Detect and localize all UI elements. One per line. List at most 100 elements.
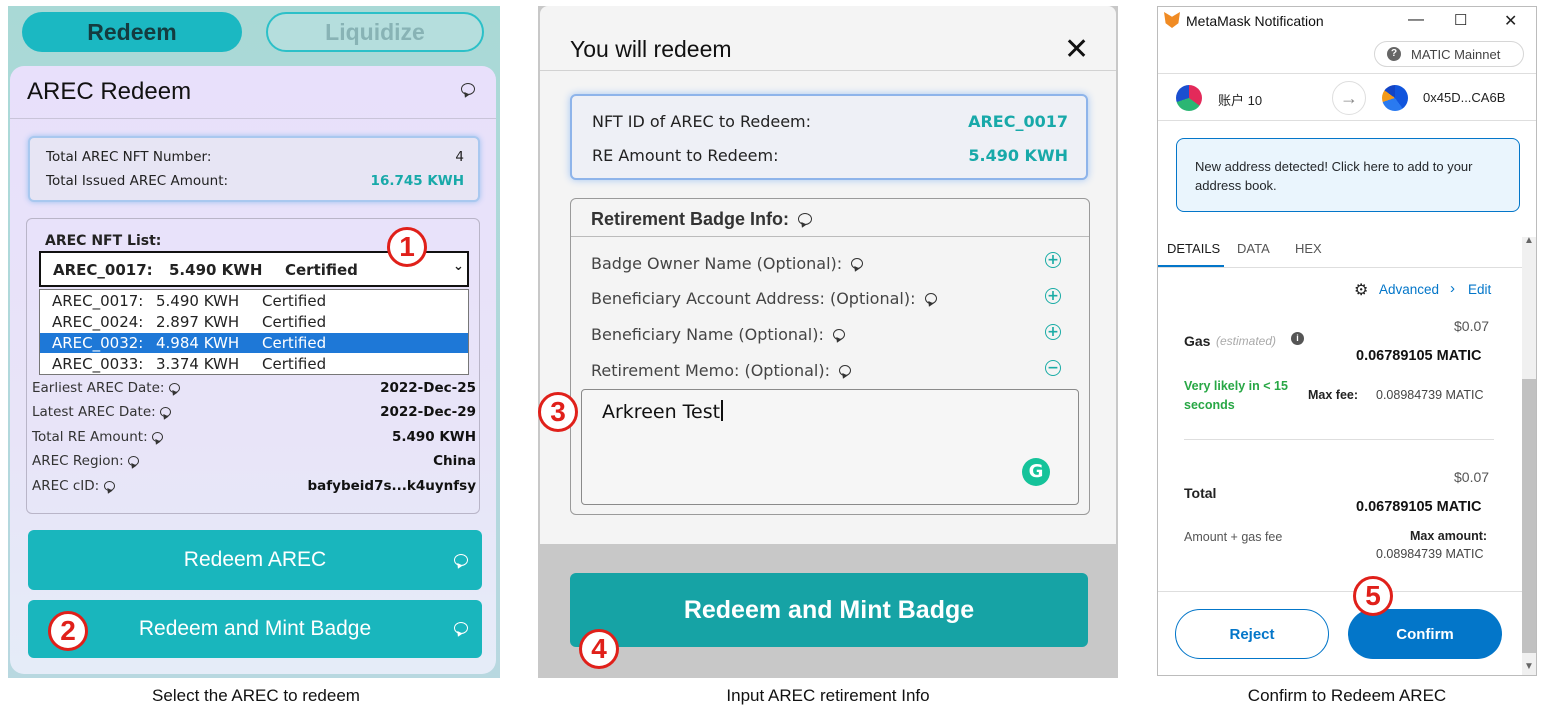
detail-label: AREC cID:: [32, 478, 100, 494]
confirm-button[interactable]: Confirm: [1348, 609, 1502, 659]
divider: [1184, 439, 1494, 440]
new-address-notice[interactable]: New address detected! Click here to add …: [1176, 138, 1520, 212]
redeem-mint-badge-button[interactable]: Redeem and Mint Badge: [570, 573, 1088, 647]
option-amount: 3.374 KWH: [156, 355, 240, 373]
detail-value: bafybeid7s...k4uynfsy: [307, 478, 476, 494]
detail-row: Latest AREC Date: 2022-Dec-29: [32, 404, 476, 420]
chat-icon[interactable]: [151, 432, 163, 442]
option-id: AREC_0033:: [52, 355, 144, 373]
to-address[interactable]: 0x45D...CA6B: [1423, 90, 1505, 105]
field-row: Beneficiary Account Address: (Optional):: [591, 289, 937, 308]
button-label: Redeem AREC: [183, 548, 327, 571]
dropdown-option[interactable]: AREC_0024: 2.897 KWH Certified: [40, 312, 468, 332]
scroll-up-icon[interactable]: ▲: [1524, 235, 1534, 246]
retirement-info-modal-panel: You will redeem ✕ NFT ID of AREC to Rede…: [538, 6, 1118, 678]
scroll-down-icon[interactable]: ▼: [1524, 661, 1534, 672]
modal-title: You will redeem: [570, 36, 732, 62]
field-label: Beneficiary Account Address: (Optional):: [591, 289, 916, 308]
chat-icon[interactable]: [461, 83, 475, 95]
window-title: MetaMask Notification: [1186, 13, 1324, 29]
chat-icon[interactable]: [798, 213, 813, 225]
amount-gas-label: Amount + gas fee: [1184, 530, 1283, 544]
detail-row: Total RE Amount: 5.490 KWH: [32, 429, 476, 445]
max-amount-label: Max amount:: [1410, 529, 1488, 543]
chat-icon[interactable]: [839, 365, 852, 376]
detail-label: Total RE Amount:: [32, 429, 148, 445]
divider: [10, 118, 496, 119]
chat-icon[interactable]: [168, 383, 180, 393]
collapse-icon[interactable]: −: [1045, 360, 1061, 376]
chat-icon[interactable]: [924, 293, 937, 304]
scrollbar-thumb[interactable]: [1522, 379, 1536, 653]
gear-icon[interactable]: ⚙: [1354, 280, 1368, 300]
grammarly-icon[interactable]: G: [1022, 458, 1050, 486]
minimize-icon[interactable]: —: [1408, 11, 1424, 29]
network-icon: ?: [1387, 47, 1401, 61]
field-row: Badge Owner Name (Optional):: [591, 254, 864, 273]
re-amount-value: 5.490 KWH: [968, 146, 1068, 165]
total-label: Total: [1184, 485, 1217, 501]
tab-redeem[interactable]: Redeem: [22, 12, 242, 52]
maximize-icon[interactable]: ☐: [1454, 11, 1467, 29]
option-status: Certified: [262, 292, 327, 310]
expand-icon[interactable]: +: [1045, 252, 1061, 268]
divider: [1158, 591, 1522, 592]
dropdown-option[interactable]: AREC_0017: 5.490 KWH Certified: [40, 291, 468, 311]
network-selector[interactable]: ? MATIC Mainnet: [1374, 41, 1524, 67]
redeem-mint-badge-button[interactable]: Redeem and Mint Badge: [28, 600, 482, 658]
selected-id: AREC_0017:: [53, 261, 153, 279]
chat-icon[interactable]: [103, 481, 115, 491]
field-row: Beneficiary Name (Optional):: [591, 325, 845, 344]
tab-hex[interactable]: HEX: [1295, 241, 1322, 256]
issued-amount-value: 16.745 KWH: [370, 173, 464, 189]
close-icon[interactable]: ✕: [1504, 11, 1517, 31]
network-name: MATIC Mainnet: [1411, 47, 1501, 62]
info-icon[interactable]: i: [1291, 332, 1304, 345]
nft-id-value: AREC_0017: [968, 112, 1068, 131]
edit-link[interactable]: Edit: [1468, 282, 1491, 297]
reject-button[interactable]: Reject: [1175, 609, 1329, 659]
chat-icon[interactable]: [127, 456, 139, 466]
memo-textarea[interactable]: Arkreen Test G: [581, 389, 1079, 505]
option-amount: 2.897 KWH: [156, 313, 240, 331]
from-account[interactable]: 账户 10: [1218, 90, 1262, 109]
memo-text: Arkreen Test: [602, 400, 723, 423]
nft-dropdown: AREC_0017: 5.490 KWH Certified AREC_0024…: [39, 289, 469, 375]
expand-icon[interactable]: +: [1045, 288, 1061, 304]
advanced-link[interactable]: Advanced: [1379, 282, 1439, 297]
retirement-badge-box: Retirement Badge Info: Badge Owner Name …: [570, 198, 1090, 515]
tab-liquidize[interactable]: Liquidize: [266, 12, 484, 52]
badge-info-title: Retirement Badge Info:: [591, 209, 813, 230]
tab-details[interactable]: DETAILS: [1167, 241, 1220, 256]
detail-label: Latest AREC Date:: [32, 404, 156, 420]
chevron-down-icon: ⌄: [453, 259, 464, 274]
detail-row: AREC cID: bafybeid7s...k4uynfsy: [32, 478, 476, 494]
expand-icon[interactable]: +: [1045, 324, 1061, 340]
account-avatar-icon: [1176, 85, 1202, 111]
chat-icon: [454, 622, 468, 634]
redeem-arec-button[interactable]: Redeem AREC: [28, 530, 482, 590]
dropdown-option[interactable]: AREC_0033: 3.374 KWH Certified: [40, 354, 468, 374]
nft-number-value: 4: [455, 149, 464, 165]
chat-icon: [454, 554, 468, 566]
summary-box: Total AREC NFT Number: 4 Total Issued AR…: [28, 136, 480, 202]
detail-label: AREC Region:: [32, 453, 124, 469]
option-amount: 4.984 KWH: [156, 334, 240, 352]
chat-icon[interactable]: [832, 329, 845, 340]
divider: [1158, 120, 1536, 121]
close-icon[interactable]: ✕: [1064, 32, 1089, 67]
redeem-card: AREC Redeem Total AREC NFT Number: 4 Tot…: [10, 66, 496, 674]
chat-icon[interactable]: [160, 407, 171, 417]
caption-panel-1: Select the AREC to redeem: [152, 686, 360, 705]
step-badge-1: 1: [387, 227, 427, 267]
modal: You will redeem ✕ NFT ID of AREC to Rede…: [540, 6, 1116, 544]
dropdown-option-highlighted[interactable]: AREC_0032: 4.984 KWH Certified: [40, 333, 468, 353]
step-badge-5: 5: [1353, 576, 1393, 616]
caption-panel-2: Input AREC retirement Info: [726, 686, 930, 705]
metamask-fox-icon: [1164, 12, 1180, 28]
chat-icon[interactable]: [851, 258, 864, 269]
step-badge-4: 4: [579, 629, 619, 669]
tab-data[interactable]: DATA: [1237, 241, 1270, 256]
option-id: AREC_0032:: [52, 334, 144, 352]
max-fee-label: Max fee:: [1308, 388, 1359, 402]
